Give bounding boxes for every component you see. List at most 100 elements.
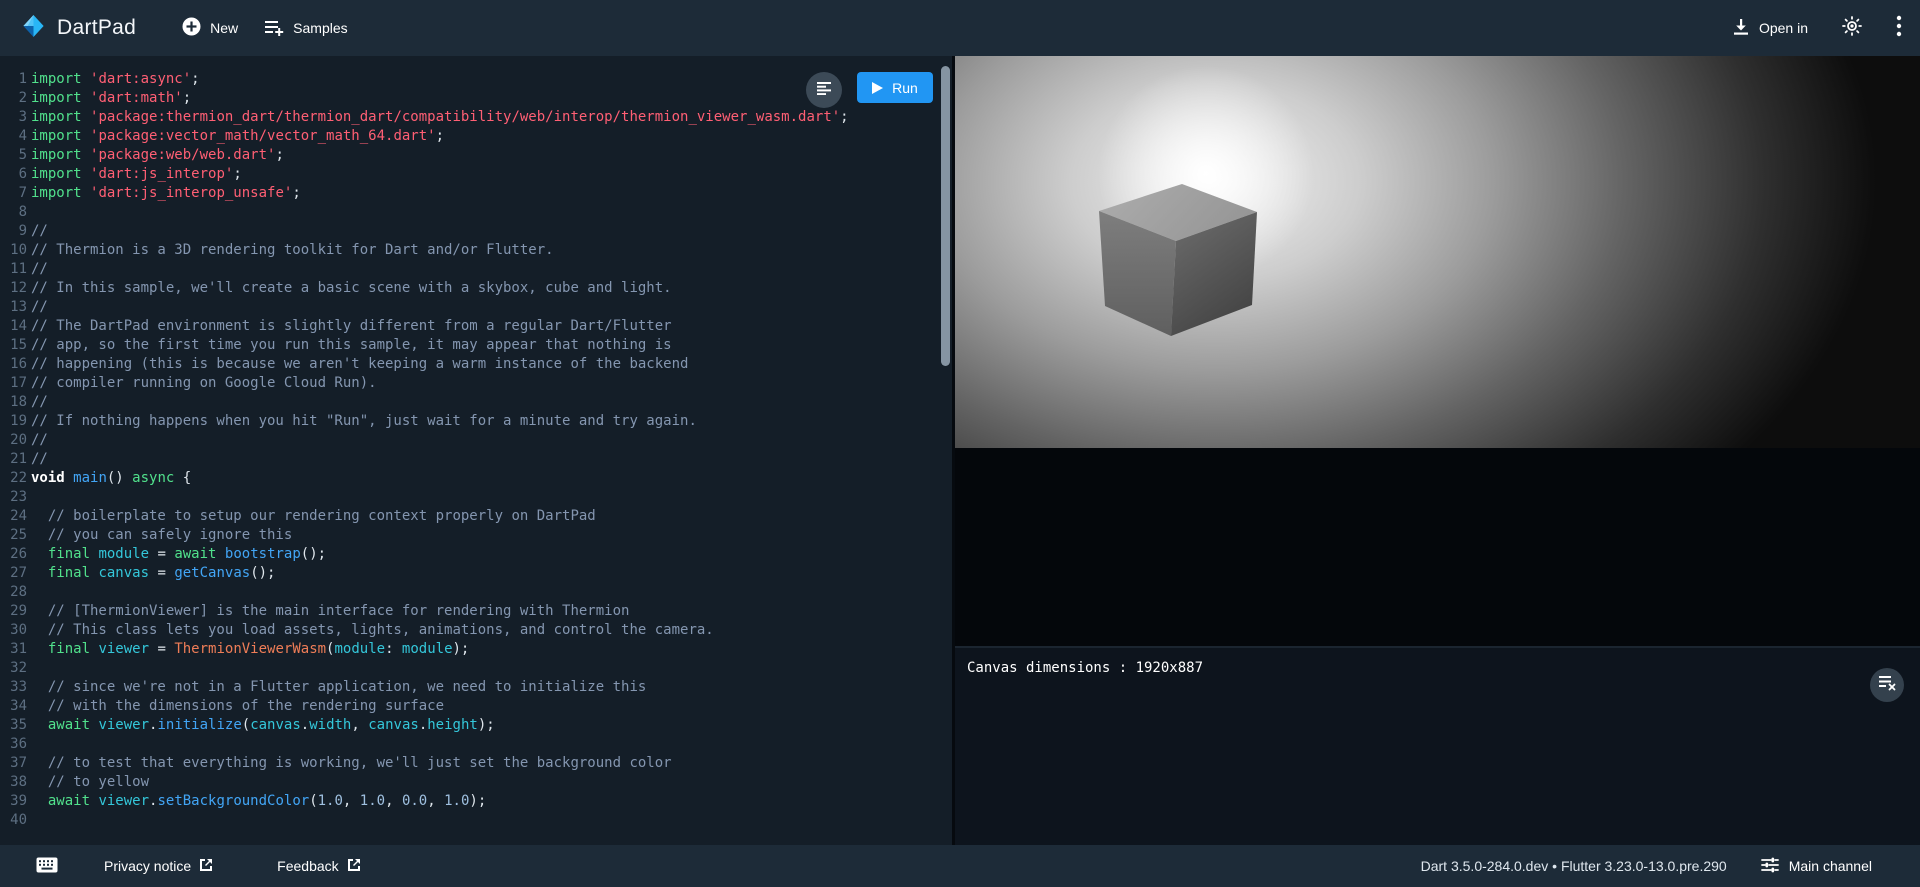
new-button-label: New [210, 20, 238, 36]
line-number: 27 [0, 564, 27, 583]
privacy-notice-link[interactable]: Privacy notice [104, 858, 213, 875]
feedback-link[interactable]: Feedback [277, 858, 360, 875]
code-line[interactable]: 29 // [ThermionViewer] is the main inter… [0, 601, 952, 620]
feedback-label: Feedback [277, 858, 338, 874]
code-line[interactable]: 38 // to yellow [0, 772, 952, 791]
line-number: 39 [0, 792, 27, 811]
code-line[interactable]: 15// app, so the first time you run this… [0, 335, 952, 354]
new-button[interactable]: New [182, 17, 238, 39]
line-number: 11 [0, 260, 27, 279]
line-number: 1 [0, 70, 27, 89]
code-line[interactable]: 30 // This class lets you load assets, l… [0, 620, 952, 639]
run-button[interactable]: Run [857, 72, 933, 103]
canvas-letterbox [955, 448, 1920, 646]
status-bar: Privacy notice Feedback Dart 3.5.0-284.0… [0, 845, 1920, 887]
code-line[interactable]: 40 [0, 810, 952, 829]
code-line[interactable]: 4import 'package:vector_math/vector_math… [0, 126, 952, 145]
code-line[interactable]: 37 // to test that everything is working… [0, 753, 952, 772]
code-line[interactable]: 13// [0, 297, 952, 316]
code-line[interactable]: 19// If nothing happens when you hit "Ru… [0, 411, 952, 430]
line-number: 20 [0, 431, 27, 450]
code-line[interactable]: 28 [0, 582, 952, 601]
line-number: 36 [0, 735, 27, 754]
line-number: 13 [0, 298, 27, 317]
line-number: 5 [0, 146, 27, 165]
code-line[interactable]: 3import 'package:thermion_dart/thermion_… [0, 107, 952, 126]
code-line[interactable]: 11// [0, 259, 952, 278]
brand: DartPad [20, 11, 136, 46]
run-button-label: Run [892, 80, 918, 96]
line-number: 38 [0, 773, 27, 792]
open-in-button[interactable]: Open in [1732, 18, 1808, 39]
code-line[interactable]: 7import 'dart:js_interop_unsafe'; [0, 183, 952, 202]
samples-button[interactable]: Samples [264, 18, 347, 39]
code-line[interactable]: 5import 'package:web/web.dart'; [0, 145, 952, 164]
code-line[interactable]: 39 await viewer.setBackgroundColor(1.0, … [0, 791, 952, 810]
app-header: DartPad New Samples [0, 0, 1920, 56]
code-line[interactable]: 22void main() async { [0, 468, 952, 487]
external-link-icon [347, 858, 361, 875]
play-icon [872, 82, 883, 94]
brightness-icon [1842, 16, 1862, 41]
editor-scrollbar-thumb[interactable] [941, 66, 950, 366]
line-number: 24 [0, 507, 27, 526]
code-line[interactable]: 9// [0, 221, 952, 240]
code-line[interactable]: 17// compiler running on Google Cloud Ru… [0, 373, 952, 392]
app-title: DartPad [57, 16, 136, 40]
tune-icon [1761, 857, 1779, 876]
format-button[interactable] [806, 72, 842, 108]
code-line[interactable]: 25 // you can safely ignore this [0, 525, 952, 544]
privacy-notice-label: Privacy notice [104, 858, 191, 874]
line-number: 7 [0, 184, 27, 203]
line-number: 14 [0, 317, 27, 336]
line-number: 23 [0, 488, 27, 507]
code-line[interactable]: 36 [0, 734, 952, 753]
line-number: 12 [0, 279, 27, 298]
clear-console-button[interactable] [1870, 668, 1904, 702]
line-number: 3 [0, 108, 27, 127]
plus-circle-icon [182, 17, 201, 39]
code-line[interactable]: 33 // since we're not in a Flutter appli… [0, 677, 952, 696]
line-number: 28 [0, 583, 27, 602]
line-number: 15 [0, 336, 27, 355]
line-number: 9 [0, 222, 27, 241]
line-number: 8 [0, 203, 27, 222]
code-line[interactable]: 16// happening (this is because we aren'… [0, 354, 952, 373]
code-line[interactable]: 34 // with the dimensions of the renderi… [0, 696, 952, 715]
code-line[interactable]: 8 [0, 202, 952, 221]
sdk-version-text: Dart 3.5.0-284.0.dev • Flutter 3.23.0-13… [1421, 858, 1727, 874]
code-line[interactable]: 10// Thermion is a 3D rendering toolkit … [0, 240, 952, 259]
render-canvas[interactable] [955, 56, 1920, 448]
code-line[interactable]: 27 final canvas = getCanvas(); [0, 563, 952, 582]
console-output: Canvas dimensions : 1920x887 [967, 660, 1203, 676]
code-line[interactable]: 6import 'dart:js_interop'; [0, 164, 952, 183]
line-number: 25 [0, 526, 27, 545]
channel-selector[interactable]: Main channel [1761, 857, 1872, 876]
channel-label: Main channel [1789, 858, 1872, 874]
line-number: 19 [0, 412, 27, 431]
code-line[interactable]: 21// [0, 449, 952, 468]
code-line[interactable]: 31 final viewer = ThermionViewerWasm(mod… [0, 639, 952, 658]
keyboard-shortcuts-button[interactable] [36, 857, 58, 876]
code-line[interactable]: 26 final module = await bootstrap(); [0, 544, 952, 563]
code-editor[interactable]: 1import 'dart:async';2import 'dart:math'… [0, 56, 952, 845]
code-line[interactable]: 12// In this sample, we'll create a basi… [0, 278, 952, 297]
line-number: 10 [0, 241, 27, 260]
theme-toggle-button[interactable] [1842, 16, 1862, 41]
code-line[interactable]: 14// The DartPad environment is slightly… [0, 316, 952, 335]
code-line[interactable]: 32 [0, 658, 952, 677]
code-lines: 1import 'dart:async';2import 'dart:math'… [0, 69, 952, 829]
line-number: 26 [0, 545, 27, 564]
dartpad-logo-icon [20, 11, 47, 46]
line-number: 40 [0, 811, 27, 830]
line-number: 6 [0, 165, 27, 184]
code-line[interactable]: 18// [0, 392, 952, 411]
code-line[interactable]: 35 await viewer.initialize(canvas.width,… [0, 715, 952, 734]
line-number: 37 [0, 754, 27, 773]
keyboard-icon [36, 857, 58, 876]
code-line[interactable]: 24 // boilerplate to setup our rendering… [0, 506, 952, 525]
line-number: 29 [0, 602, 27, 621]
code-line[interactable]: 23 [0, 487, 952, 506]
code-line[interactable]: 20// [0, 430, 952, 449]
overflow-menu-button[interactable] [1896, 15, 1902, 42]
